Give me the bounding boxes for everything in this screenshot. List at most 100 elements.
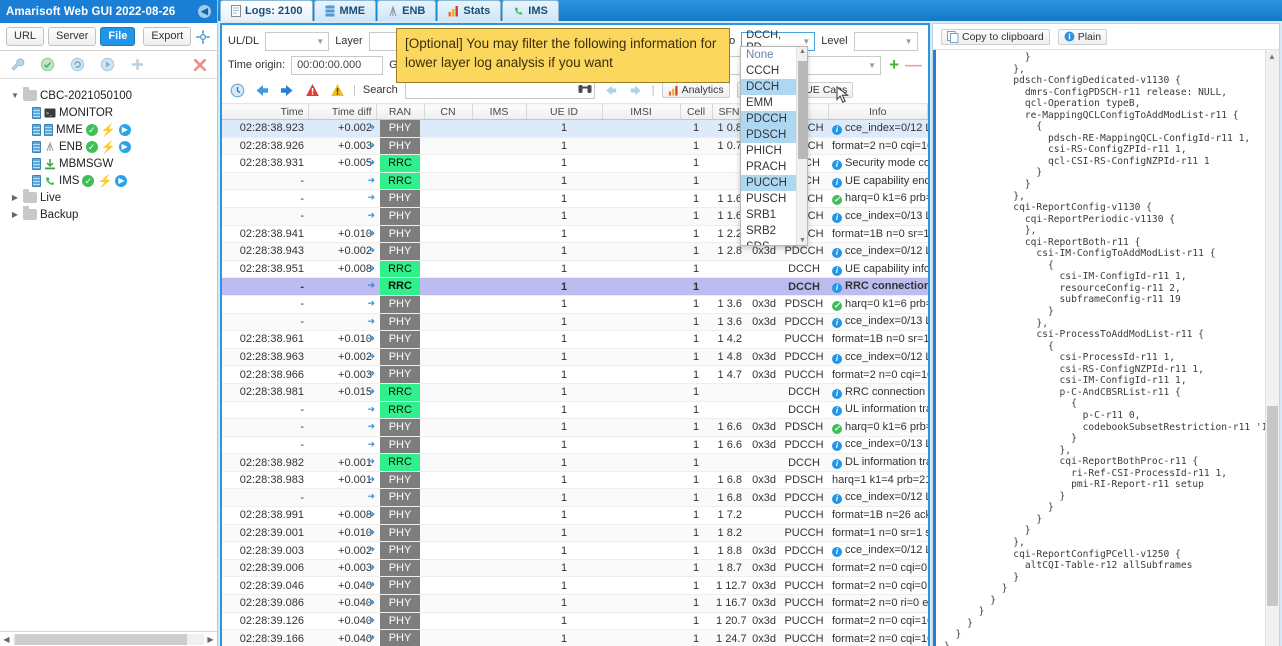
table-row[interactable]: 02:28:38.941+0.010➜PHY111 2.2PUCCHformat… bbox=[222, 225, 928, 244]
table-row[interactable]: 02:28:38.982 +0.001 ➜ RRC 1 1 DCCH i DL informat… bbox=[222, 453, 928, 472]
tree-node-mme[interactable]: MME ✓ ⚡ ▶ bbox=[6, 121, 213, 138]
play-icon[interactable] bbox=[98, 56, 116, 74]
table-row[interactable]: -➜RRC11DCCHiUE capability enquiry bbox=[222, 172, 928, 191]
scrollbar-thumb[interactable] bbox=[798, 61, 807, 159]
time-origin-input[interactable]: 00:00:00.000 bbox=[291, 55, 384, 75]
dropdown-option-dcch[interactable]: DCCH bbox=[741, 79, 796, 95]
dropdown-option-srb2[interactable]: SRB2 bbox=[741, 223, 796, 239]
clock-icon[interactable] bbox=[228, 81, 246, 99]
play-status-icon[interactable]: ▶ bbox=[115, 174, 128, 187]
scroll-right-icon[interactable]: ▶ bbox=[204, 635, 217, 644]
table-row[interactable]: 02:28:38.991 +0.008 ➜ PHY 1 1 1 7.2 PUCCH format… bbox=[222, 506, 928, 525]
table-row[interactable]: 02:28:38.983 +0.001 ➜ PHY 1 1 1 6.8 0x3d PDSCH ha… bbox=[222, 471, 928, 490]
dropdown-option-prach[interactable]: PRACH bbox=[741, 159, 796, 175]
tab-mme[interactable]: MME bbox=[314, 0, 377, 21]
table-row[interactable]: 02:28:39.001 +0.010 ➜ PHY 1 1 1 8.2 PUCCH format… bbox=[222, 524, 928, 543]
search-prev-icon[interactable] bbox=[602, 81, 620, 99]
table-row[interactable]: 02:28:38.966 +0.003 ➜ PHY 1 1 1 4.7 0x3d PUCCH fo… bbox=[222, 365, 928, 384]
server-button[interactable]: Server bbox=[48, 27, 97, 46]
check-icon[interactable] bbox=[38, 56, 56, 74]
add-icon[interactable] bbox=[128, 56, 146, 74]
search-next-icon[interactable] bbox=[627, 81, 645, 99]
log-table-container[interactable]: Time Time diff RAN CN IMS UE ID IMSI Cel… bbox=[222, 103, 928, 646]
scrollbar-thumb[interactable] bbox=[15, 633, 187, 645]
tree-node-mbmsgw[interactable]: MBMSGW bbox=[6, 155, 213, 172]
table-row[interactable]: 02:28:38.963 +0.002 ➜ PHY 1 1 1 4.8 0x3d PDCCH i c… bbox=[222, 348, 928, 367]
dropdown-option-pdcch[interactable]: PDCCH bbox=[741, 111, 796, 127]
table-row[interactable]: 02:28:38.926+0.003➜PHY111 0.70x3dPUCCHfo… bbox=[222, 137, 928, 156]
table-row[interactable]: -➜PHY111 6.60x3dPDCCHicce_index=0/13 L=4… bbox=[222, 436, 928, 455]
search-input[interactable] bbox=[404, 81, 595, 99]
tree-node-cbc[interactable]: ▼ CBC-2021050100 bbox=[6, 87, 213, 104]
table-row[interactable]: 02:28:39.166 +0.040 ➜ PHY 1 1 1 24.7 0x3d PUCCH f… bbox=[222, 629, 928, 646]
tree-node-live[interactable]: ▶ Live bbox=[6, 189, 213, 206]
binoculars-icon[interactable] bbox=[578, 83, 592, 97]
table-row[interactable]: - ➜RRC 1 1 DCCHiRRC connection reconfigurati… bbox=[222, 277, 928, 296]
minus-icon[interactable]: — bbox=[905, 56, 922, 73]
table-row[interactable]: 02:28:38.951 +0.008 ➜ RRC 1 1 DCCH i UE capabili… bbox=[222, 260, 928, 279]
table-row[interactable]: -➜PHY111 3.60x3dPDSCH✓harq=0 k1=6 prb=17… bbox=[222, 295, 928, 314]
scroll-left-icon[interactable]: ◀ bbox=[0, 635, 13, 644]
th-ims[interactable]: IMS bbox=[472, 103, 527, 120]
dropdown-option-pdsch[interactable]: PDSCH bbox=[741, 127, 796, 143]
play-status-icon[interactable]: ▶ bbox=[118, 140, 131, 153]
detail-content-area[interactable]: } }, pdsch-ConfigDedicated-v1130 { dmrs-… bbox=[933, 50, 1279, 646]
table-row[interactable]: 02:28:39.086 +0.040 ➜ PHY 1 1 1 16.7 0x3d PUCCH f… bbox=[222, 594, 928, 613]
table-row[interactable]: 02:28:39.003 +0.002 ➜ PHY 1 1 1 8.8 0x3d PDCCH i c… bbox=[222, 541, 928, 560]
dropdown-scrollbar[interactable]: ▲ ▼ bbox=[796, 47, 807, 245]
scroll-down-icon[interactable]: ▼ bbox=[799, 237, 806, 244]
chevron-down-icon[interactable]: ▼ bbox=[10, 91, 20, 100]
url-button[interactable]: URL bbox=[6, 27, 45, 46]
table-row[interactable]: 02:28:39.006 +0.003 ➜ PHY 1 1 1 8.7 0x3d PUCCH fo… bbox=[222, 559, 928, 578]
error-icon[interactable] bbox=[303, 81, 321, 99]
table-row[interactable]: 02:28:38.943 +0.002 ➜ PHY 1 1 1 2.8 0x3d PDCCH i c… bbox=[222, 242, 928, 261]
th-imsi[interactable]: IMSI bbox=[602, 103, 681, 120]
detail-vertical-scrollbar[interactable]: ▲ ▼ bbox=[1265, 50, 1279, 646]
dropdown-option-none[interactable]: None bbox=[741, 47, 796, 63]
chevron-right-icon[interactable]: ▶ bbox=[10, 193, 20, 202]
play-status-icon[interactable]: ▶ bbox=[118, 123, 131, 136]
scrollbar-track[interactable] bbox=[13, 633, 204, 645]
table-row[interactable]: -➜PHY111 6.80x3dPDCCHicce_index=0/12 L=4… bbox=[222, 488, 928, 508]
table-row[interactable]: - ➜RRC 1 1 DCCHiUL information transfer bbox=[222, 401, 928, 420]
dropdown-option-pusch[interactable]: PUSCH bbox=[741, 191, 796, 207]
next-arrow-icon[interactable] bbox=[278, 81, 296, 99]
chevron-right-icon[interactable]: ▶ bbox=[10, 210, 20, 219]
table-row[interactable]: -➜PHY111 1.60x3dPDSCH✓harq=0 k1=6 prb=24… bbox=[222, 189, 928, 208]
tree-node-backup[interactable]: ▶ Backup bbox=[6, 206, 213, 223]
th-time[interactable]: Time bbox=[222, 103, 309, 120]
analytics-button[interactable]: Analytics bbox=[661, 82, 730, 98]
tab-enb[interactable]: ENB bbox=[377, 0, 437, 21]
tree-node-enb[interactable]: ENB ✓ ⚡ ▶ bbox=[6, 138, 213, 155]
table-row[interactable]: -➜PHY111 1.60x3dPDCCHicce_index=0/13 L=4… bbox=[222, 207, 928, 226]
tab-stats[interactable]: Stats bbox=[437, 0, 502, 21]
uldl-select[interactable]: ▼ bbox=[265, 31, 330, 51]
copy-to-clipboard-button[interactable]: Copy to clipboard bbox=[941, 28, 1050, 45]
file-button[interactable]: File bbox=[100, 27, 136, 46]
plus-icon[interactable]: + bbox=[889, 56, 899, 73]
dropdown-option-pucch[interactable]: PUCCH bbox=[741, 175, 796, 191]
table-row[interactable]: 02:28:39.046 +0.040 ➜ PHY 1 1 1 12.7 0x3d PUCCH f… bbox=[222, 576, 928, 596]
dropdown-option-phich[interactable]: PHICH bbox=[741, 143, 796, 159]
table-row[interactable]: 02:28:39.126 +0.040 ➜ PHY 1 1 1 20.7 0x3d PUCCH f… bbox=[222, 612, 928, 631]
th-ue-id[interactable]: UE ID bbox=[526, 103, 603, 120]
scroll-up-icon[interactable]: ▲ bbox=[1268, 52, 1276, 61]
table-row[interactable]: 02:28:38.931+0.005➜RRC11DCCHiSecurity mo… bbox=[222, 154, 928, 173]
table-row[interactable]: 02:28:38.923+0.002➜PHY111 0.80x3dPDCCHic… bbox=[222, 119, 928, 138]
th-ran[interactable]: RAN bbox=[376, 103, 425, 120]
tab-ims[interactable]: IMS bbox=[502, 0, 559, 21]
table-row[interactable]: -➜PHY111 3.60x3dPDCCHicce_index=0/13 L=4… bbox=[222, 313, 928, 332]
th-cell[interactable]: Cell bbox=[680, 103, 713, 120]
table-row[interactable]: 02:28:38.981 +0.015 ➜ RRC 1 1 DCCH i RRC connect… bbox=[222, 383, 928, 402]
table-row[interactable]: -➜PHY111 6.60x3dPDSCH✓harq=0 k1=6 prb=0 … bbox=[222, 418, 928, 437]
table-row[interactable]: 02:28:38.961 +0.010 ➜ PHY 1 1 1 4.2 PUCCH format… bbox=[222, 330, 928, 349]
dropdown-option-sds[interactable]: SDS bbox=[741, 239, 796, 245]
th-time-diff[interactable]: Time diff bbox=[308, 103, 377, 120]
scroll-up-icon[interactable]: ▲ bbox=[799, 48, 806, 55]
settings-gear-icon[interactable] bbox=[195, 28, 211, 46]
delete-icon[interactable] bbox=[191, 56, 209, 74]
sidebar-horizontal-scrollbar[interactable]: ◀ ▶ bbox=[0, 631, 217, 646]
tab-logs[interactable]: Logs: 2100 bbox=[220, 0, 314, 21]
dropdown-option-emm[interactable]: EMM bbox=[741, 95, 796, 111]
dropdown-option-srb1[interactable]: SRB1 bbox=[741, 207, 796, 223]
